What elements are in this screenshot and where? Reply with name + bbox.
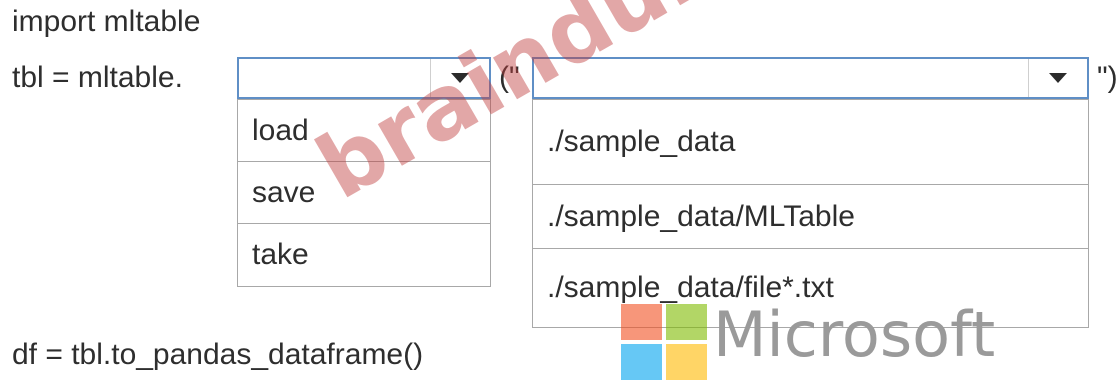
microsoft-wordmark: Microsoft (713, 298, 996, 371)
paren-open: (" (499, 61, 520, 94)
logo-square-green (666, 304, 707, 340)
method-dropdown[interactable] (237, 57, 491, 99)
logo-square-red (621, 304, 662, 340)
path-dropdown-toggle[interactable] (1028, 59, 1087, 97)
method-options-list: load save take (237, 99, 491, 287)
method-option-take[interactable]: take (238, 224, 490, 286)
logo-square-yellow (666, 344, 707, 380)
chevron-down-icon (451, 73, 469, 83)
method-option-load[interactable]: load (238, 100, 490, 162)
code-line-import: import mltable (12, 5, 201, 38)
path-option-sample-data[interactable]: ./sample_data (533, 100, 1088, 185)
path-option-mltable[interactable]: ./sample_data/MLTable (533, 185, 1088, 249)
method-option-save[interactable]: save (238, 162, 490, 224)
code-line-dataframe: df = tbl.to_pandas_dataframe() (12, 338, 424, 371)
chevron-down-icon (1049, 73, 1067, 83)
paren-close: ") (1097, 61, 1117, 94)
method-dropdown-toggle[interactable] (430, 59, 489, 97)
path-dropdown[interactable] (532, 57, 1089, 99)
code-line-tbl: tbl = mltable. (12, 61, 183, 94)
logo-square-blue (621, 344, 662, 380)
microsoft-logo-icon (621, 304, 707, 381)
path-options-list: ./sample_data ./sample_data/MLTable ./sa… (532, 99, 1089, 328)
